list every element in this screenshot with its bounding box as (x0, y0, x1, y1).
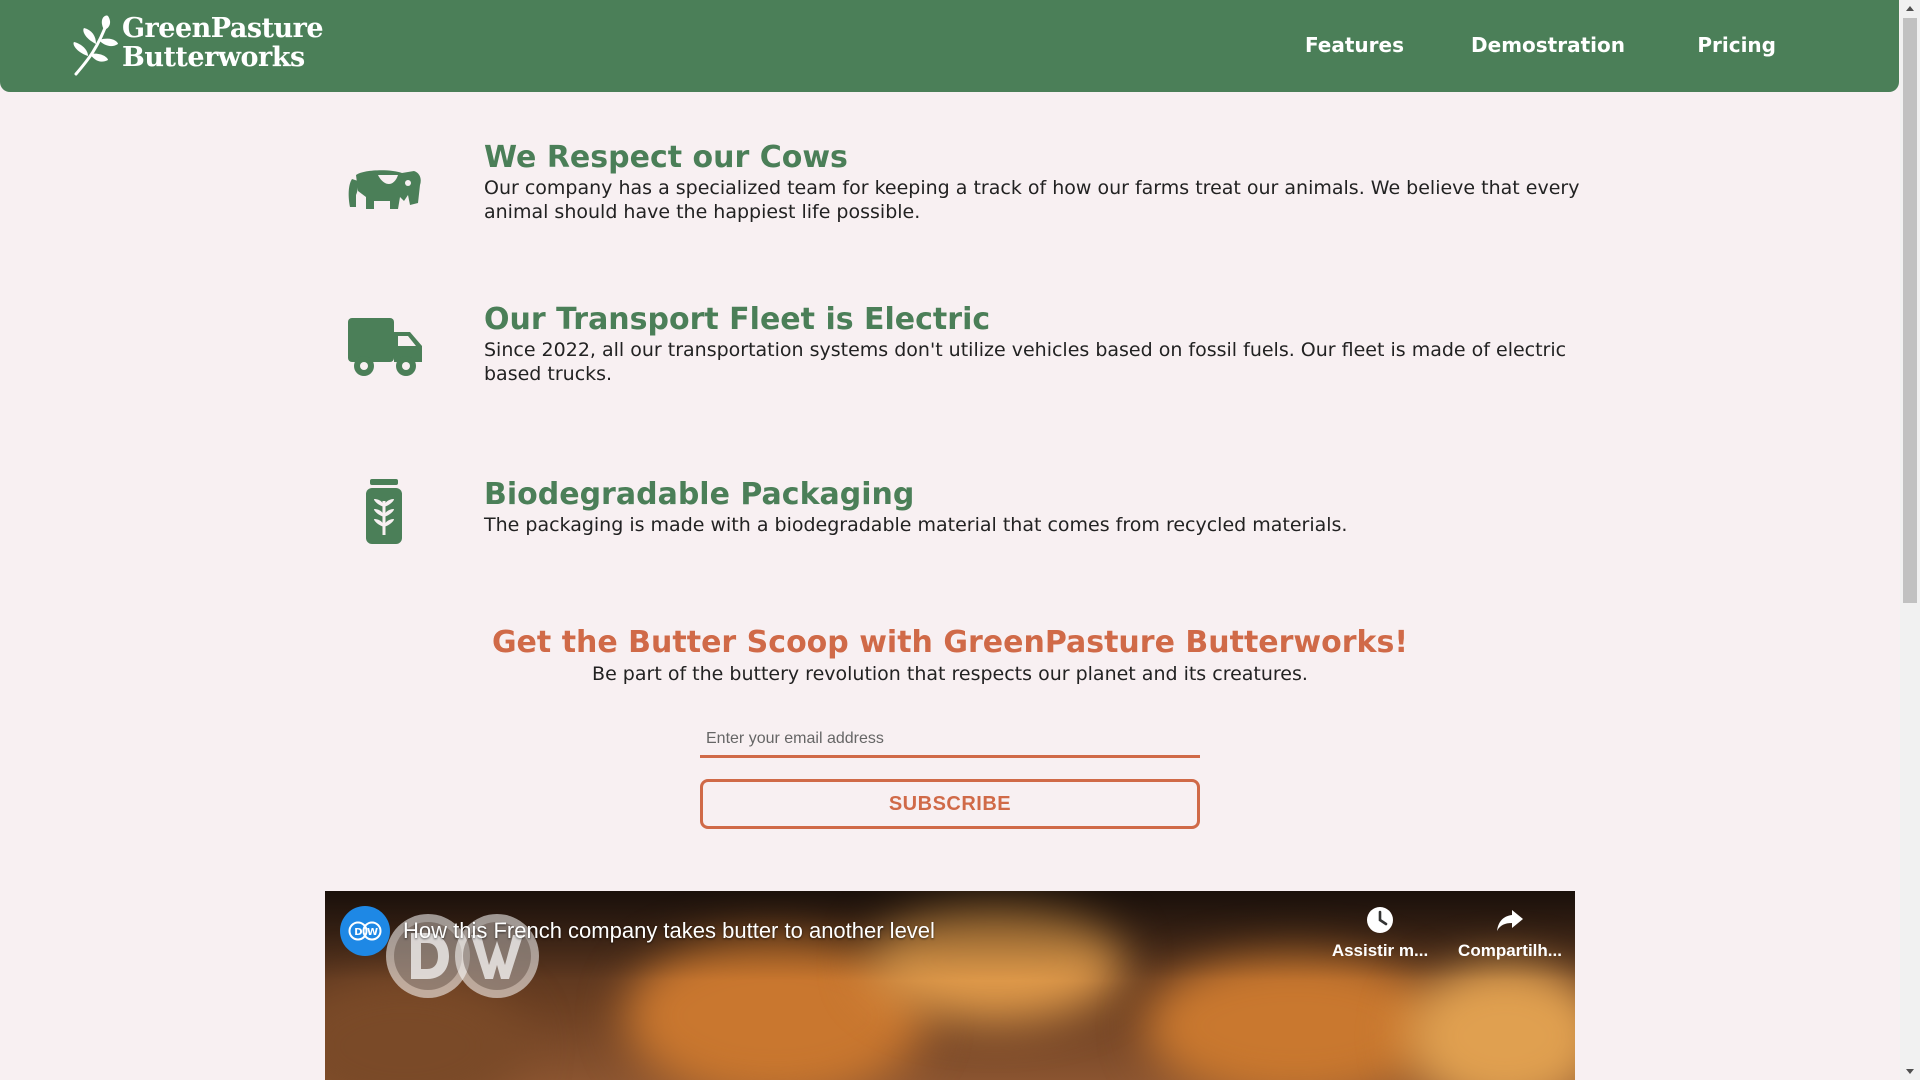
page-scrollbar[interactable] (1900, 0, 1920, 1080)
svg-text:D: D (354, 927, 362, 938)
feature-title: We Respect our Cows (484, 140, 848, 175)
share-label: Compartilh... (1458, 941, 1562, 960)
subscribe-title: Get the Butter Scoop with GreenPasture B… (491, 625, 1409, 660)
nav-item-features[interactable]: Features (1305, 33, 1404, 57)
leaf-icon (73, 15, 118, 76)
jar-icon (366, 479, 402, 544)
nav-item-pricing[interactable]: Pricing (1697, 33, 1776, 57)
truck-icon (348, 318, 422, 376)
watch-later-label: Assistir m... (1331, 941, 1429, 960)
brand-logo[interactable]: GreenPasture Butterworks (68, 14, 328, 78)
dw-channel-icon: D W (342, 908, 388, 954)
video-title[interactable]: How this French company takes butter to … (403, 917, 935, 945)
page: GreenPasture Butterworks Features Demost… (0, 0, 1920, 1080)
channel-avatar[interactable]: D W (340, 906, 390, 956)
subscribe-button[interactable]: SUBSCRIBE (700, 779, 1200, 829)
video-embed[interactable]: D W How this French company takes butter… (325, 891, 1575, 1080)
feature-description: Since 2022, all our transportation syste… (484, 339, 1567, 385)
feature-title: Our Transport Fleet is Electric (484, 302, 991, 337)
email-input[interactable] (700, 722, 1200, 758)
cow-icon (348, 170, 421, 209)
watch-later-button[interactable]: Assistir m... (1325, 905, 1435, 961)
subscribe-subtitle: Be part of the buttery revolution that r… (592, 663, 1308, 685)
brand-name: GreenPasture Butterworks (122, 13, 324, 73)
site-header: GreenPasture Butterworks Features Demost… (0, 0, 1899, 92)
share-arrow-icon (1497, 910, 1523, 931)
scroll-up-arrow-icon[interactable] (1900, 0, 1920, 18)
feature-description: The packaging is made with a biodegradab… (484, 514, 1348, 536)
brand-name-line1: GreenPasture (122, 13, 324, 44)
share-button[interactable]: Compartilh... (1450, 905, 1570, 961)
brand-name-line2: Butterworks (122, 42, 305, 73)
feature-title: Biodegradable Packaging (484, 477, 915, 512)
scroll-thumb[interactable] (1903, 18, 1917, 603)
nav-item-demonstration[interactable]: Demostration (1471, 33, 1625, 57)
feature-description: Our company has a specialized team for k… (484, 177, 1580, 223)
scroll-down-arrow-icon[interactable] (1900, 1062, 1920, 1080)
svg-text:W: W (367, 927, 378, 938)
clock-icon (1367, 907, 1393, 933)
